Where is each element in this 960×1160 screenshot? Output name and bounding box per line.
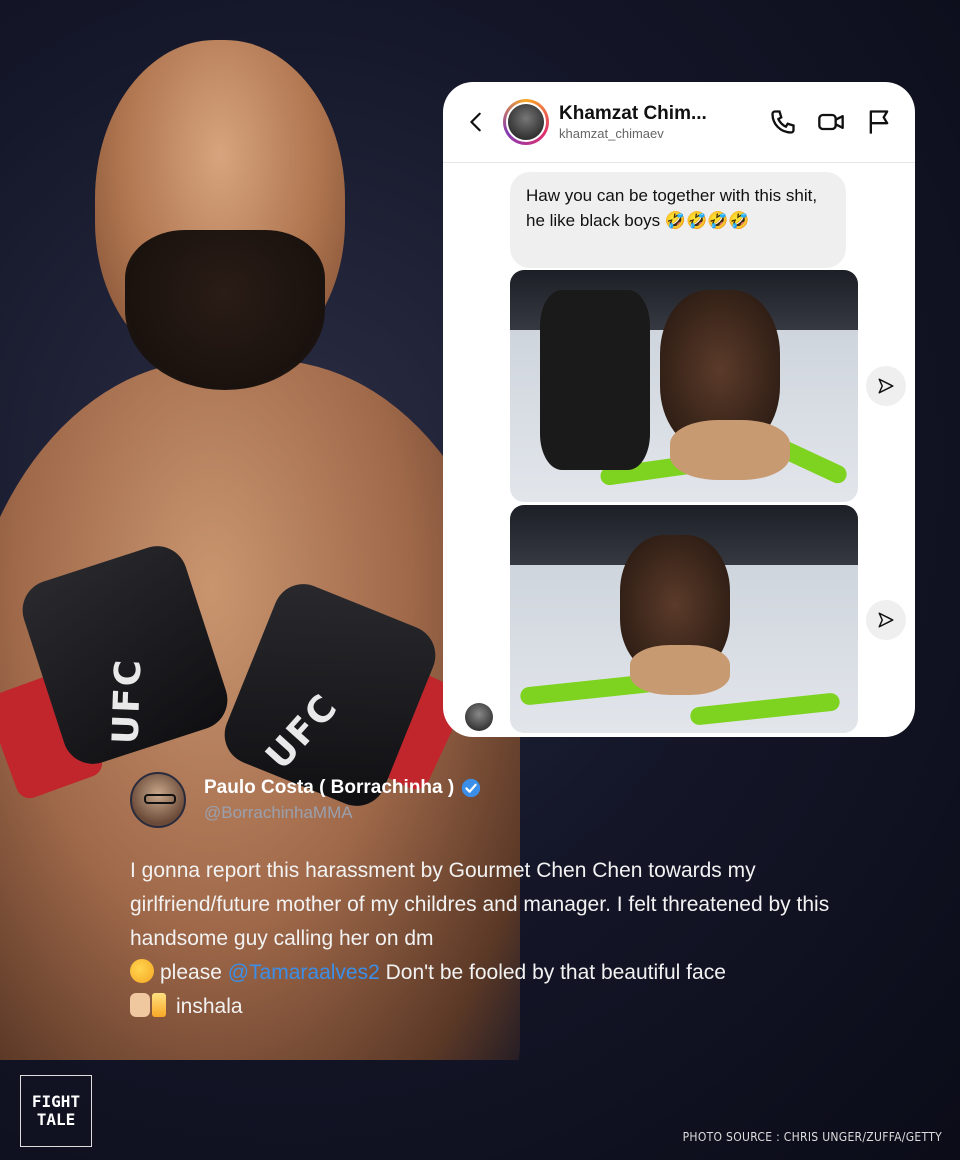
header-divider — [443, 162, 915, 163]
contact-name: Khamzat Chim... — [559, 102, 707, 124]
praying-hands-icon — [130, 993, 150, 1017]
tweet: Paulo Costa ( Borrachinha ) @Borrachinha… — [130, 772, 890, 1024]
fight-tale-logo: FIGHT TALE — [20, 1075, 92, 1147]
photo-source-credit: PHOTO SOURCE : CHRIS UNGER/ZUFFA/GETTY — [682, 1130, 942, 1144]
media-fighter-bottom — [670, 420, 790, 480]
media-referee — [540, 290, 650, 470]
crying-face-icon — [130, 959, 154, 983]
logo-line1: FIGHT — [31, 1092, 81, 1111]
tweet-text-part4: inshala — [176, 995, 243, 1018]
media-fighter-bottom — [630, 645, 730, 695]
avatar[interactable] — [130, 772, 186, 828]
tweet-author-row: Paulo Costa ( Borrachinha ) — [204, 777, 482, 799]
phone-icon[interactable] — [769, 108, 797, 136]
contact-avatar[interactable] — [503, 99, 549, 145]
contact-handle: khamzat_chimaev — [559, 125, 664, 141]
fighter-beard — [125, 230, 325, 390]
tweet-header: Paulo Costa ( Borrachinha ) @Borrachinha… — [130, 772, 890, 828]
contact-info[interactable]: Khamzat Chim... khamzat_chimaev — [559, 103, 749, 141]
mention-link[interactable]: @Tamaraalves2 — [228, 961, 380, 984]
media-image-1[interactable] — [510, 270, 858, 502]
video-call-icon[interactable] — [817, 108, 845, 136]
tweet-text: I gonna report this harassment by Gourme… — [130, 854, 890, 1024]
share-icon — [878, 612, 894, 628]
dm-screenshot: Khamzat Chim... khamzat_chimaev Haw you … — [443, 82, 915, 737]
verified-icon — [462, 778, 481, 798]
drink-icon — [152, 993, 166, 1017]
message-emojis: 🤣🤣🤣🤣 — [664, 211, 750, 231]
share-button-2[interactable] — [866, 600, 906, 640]
message-bubble[interactable]: Haw you can be together with this shit, … — [510, 172, 846, 268]
tweet-text-part2: please — [160, 961, 222, 984]
tweet-author-name[interactable]: Paulo Costa ( Borrachinha ) — [204, 777, 454, 799]
tweet-author-handle[interactable]: @BorrachinhaMMA — [204, 803, 482, 823]
sender-avatar[interactable] — [465, 703, 493, 731]
share-icon — [878, 378, 894, 394]
flag-icon[interactable] — [865, 108, 893, 136]
logo-line2: TALE — [36, 1110, 76, 1129]
share-button-1[interactable] — [866, 366, 906, 406]
tweet-text-part3: Don't be fooled by that beautiful face — [385, 961, 726, 984]
media-image-2[interactable] — [510, 505, 858, 733]
back-icon[interactable] — [465, 111, 487, 133]
dm-header: Khamzat Chim... khamzat_chimaev — [443, 82, 915, 162]
tweet-text-part1: I gonna report this harassment by Gourme… — [130, 859, 830, 950]
